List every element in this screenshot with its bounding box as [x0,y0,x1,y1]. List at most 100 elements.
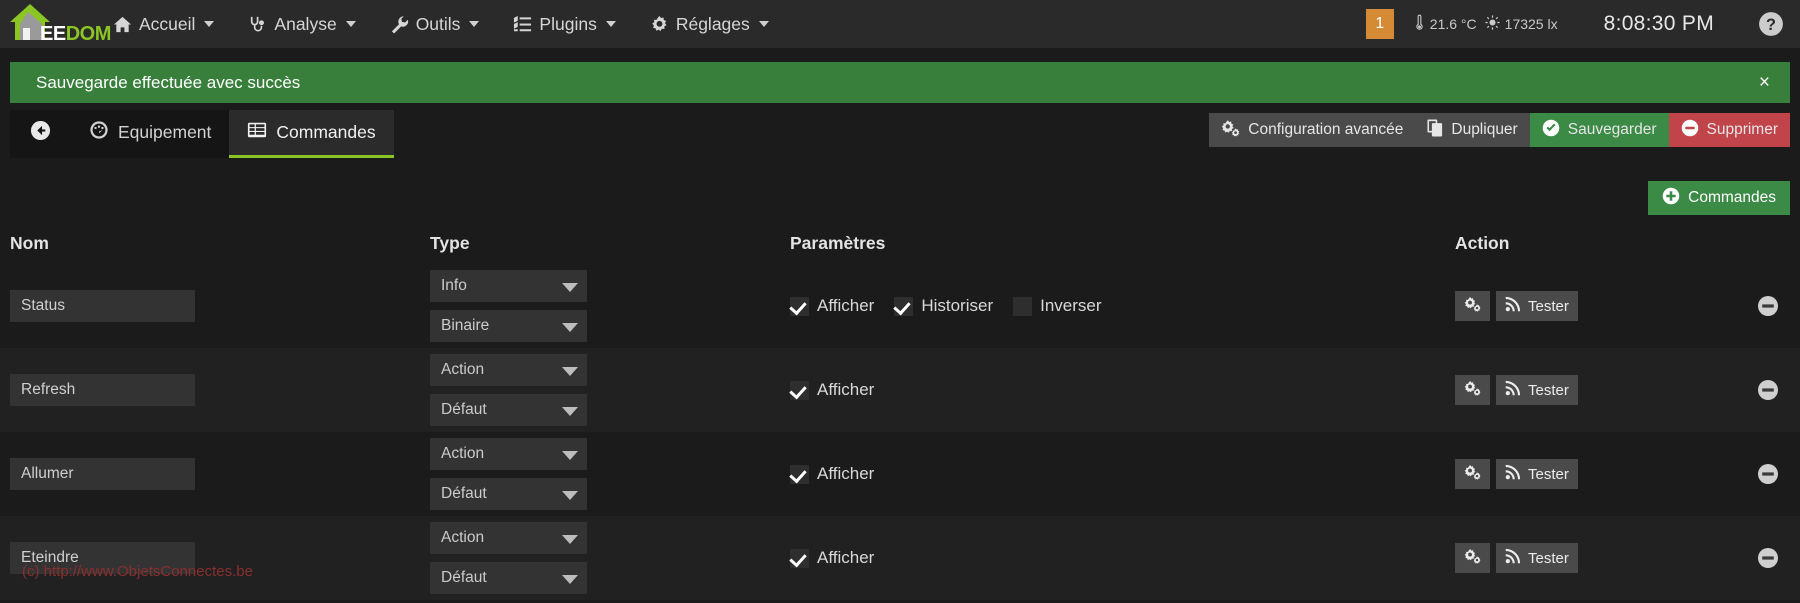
row-params-cell: Afficher Historiser Inverser [790,296,1455,316]
plus-circle-icon [1662,187,1680,210]
command-config-button[interactable] [1455,459,1490,489]
row-type-cell: Action Défaut [430,438,790,510]
question-circle-icon[interactable]: ? [1758,11,1784,37]
command-subtype-value: Binaire [441,317,490,334]
command-type-select[interactable]: Action [430,354,587,386]
afficher-checkbox[interactable] [790,380,809,400]
table-icon [247,120,267,145]
gears-icon [1464,296,1481,316]
tab-equipement[interactable]: Equipement [71,110,230,158]
remove-command-icon[interactable] [1757,463,1779,485]
brand-text-dom: DOM [65,23,112,45]
back-button[interactable] [10,110,71,158]
command-type-value: Action [441,361,485,378]
afficher-checkbox[interactable] [790,464,809,484]
nav-item-reglages-label: Réglages [675,13,750,34]
tab-bar: Equipement Commandes Configuration avanc… [0,110,1800,158]
brand-logo[interactable]: EEDOM [0,0,111,48]
row-type-cell: Action Défaut [430,354,790,426]
command-subtype-value: Défaut [441,569,487,586]
row-action-cell: Tester [1455,375,1800,405]
chevron-down-icon [605,21,616,27]
remove-command-icon[interactable] [1757,295,1779,317]
param-inverser: Inverser [1013,296,1111,316]
tab-commandes[interactable]: Commandes [229,110,394,158]
add-command-label: Commandes [1688,189,1776,206]
chevron-down-icon [562,407,578,416]
delete-button[interactable]: Supprimer [1668,113,1790,147]
success-alert: Sauvegarde effectuée avec succès × [10,62,1790,103]
command-name-input[interactable] [10,290,195,322]
command-config-button[interactable] [1455,291,1490,321]
command-type-value: Action [441,529,485,546]
signal-icon [1505,296,1521,316]
afficher-checkbox[interactable] [790,296,809,316]
command-test-label: Tester [1528,297,1569,315]
column-header-params: Paramètres [790,232,886,253]
nav-item-accueil[interactable]: Accueil [96,0,231,48]
sensor-readouts: 21.6 °C 17325 lx [1414,14,1558,34]
save-button[interactable]: Sauvegarder [1529,113,1669,147]
chevron-down-icon [758,21,769,27]
historiser-checkbox[interactable] [894,296,914,316]
command-subtype-value: Défaut [441,401,487,418]
command-subtype-select[interactable]: Binaire [430,310,587,342]
nav-item-accueil-label: Accueil [139,13,196,34]
inverser-checkbox[interactable] [1013,296,1033,316]
command-type-select[interactable]: Action [430,438,587,470]
param-afficher: Afficher [790,464,884,484]
chevron-down-icon [204,21,215,27]
chevron-down-icon [469,21,480,27]
luminosity-readout: 17325 lx [1485,15,1558,33]
afficher-checkbox[interactable] [790,548,809,568]
command-test-button[interactable]: Tester [1496,459,1578,489]
duplicate-button[interactable]: Dupliquer [1415,113,1530,147]
gear-icon [650,15,669,34]
command-type-select[interactable]: Info [430,270,587,302]
add-command-button[interactable]: Commandes [1648,181,1790,215]
advanced-config-button[interactable]: Configuration avancée [1209,113,1416,147]
nav-item-analyse[interactable]: Analyse [231,0,372,48]
table-row: Action Défaut Afficher [0,348,1800,432]
row-name-cell [0,290,430,322]
close-icon[interactable]: × [1753,72,1776,94]
column-header-action: Action [1455,232,1510,253]
row-params-cell: Afficher [790,548,1455,568]
nav-item-outils[interactable]: Outils [373,0,497,48]
afficher-label: Afficher [817,380,875,399]
stethoscope-icon [248,15,267,34]
table-row: Info Binaire Afficher Historiser [0,264,1800,348]
command-subtype-select[interactable]: Défaut [430,562,587,594]
notification-badge[interactable]: 1 [1365,9,1394,39]
remove-command-icon[interactable] [1757,547,1779,569]
row-type-cell: Action Défaut [430,522,790,594]
arrow-circle-left-icon [30,120,51,146]
nav-item-outils-label: Outils [415,13,461,34]
tab-action-buttons: Configuration avancée Dupliquer Sauvegar… [1209,113,1790,147]
row-action-cell: Tester [1455,459,1800,489]
nav-item-plugins[interactable]: Plugins [496,0,632,48]
row-name-cell [0,374,430,406]
gears-icon [1464,548,1481,568]
nav-item-reglages[interactable]: Réglages [633,0,786,48]
command-name-input[interactable] [10,458,195,490]
command-config-button[interactable] [1455,543,1490,573]
param-afficher: Afficher [790,548,884,568]
command-subtype-select[interactable]: Défaut [430,394,587,426]
tab-commandes-label: Commandes [276,122,376,142]
command-test-button[interactable]: Tester [1496,291,1578,321]
command-name-input[interactable] [10,374,195,406]
command-config-button[interactable] [1455,375,1490,405]
tab-list: Equipement Commandes [10,110,394,158]
row-name-cell [0,542,430,574]
afficher-label: Afficher [817,464,875,483]
command-test-button[interactable]: Tester [1496,375,1578,405]
command-type-select[interactable]: Action [430,522,587,554]
remove-command-icon[interactable] [1757,379,1779,401]
command-name-input[interactable] [10,542,195,574]
chevron-down-icon [562,451,578,460]
command-test-button[interactable]: Tester [1496,543,1578,573]
signal-icon [1505,380,1521,400]
luminosity-value: 17325 lx [1504,16,1558,32]
command-subtype-select[interactable]: Défaut [430,478,587,510]
